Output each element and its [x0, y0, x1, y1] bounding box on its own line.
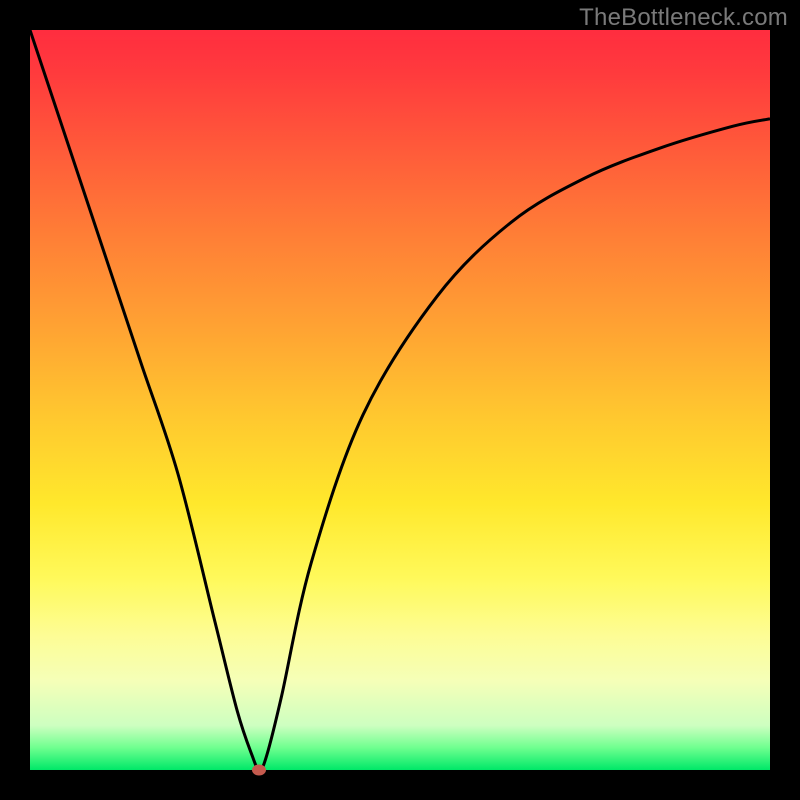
watermark-text: TheBottleneck.com [579, 4, 788, 32]
chart-frame: TheBottleneck.com [0, 0, 800, 800]
minimum-marker [252, 765, 266, 776]
curve-path [30, 30, 770, 770]
plot-area [30, 30, 770, 770]
bottleneck-curve [30, 30, 770, 770]
